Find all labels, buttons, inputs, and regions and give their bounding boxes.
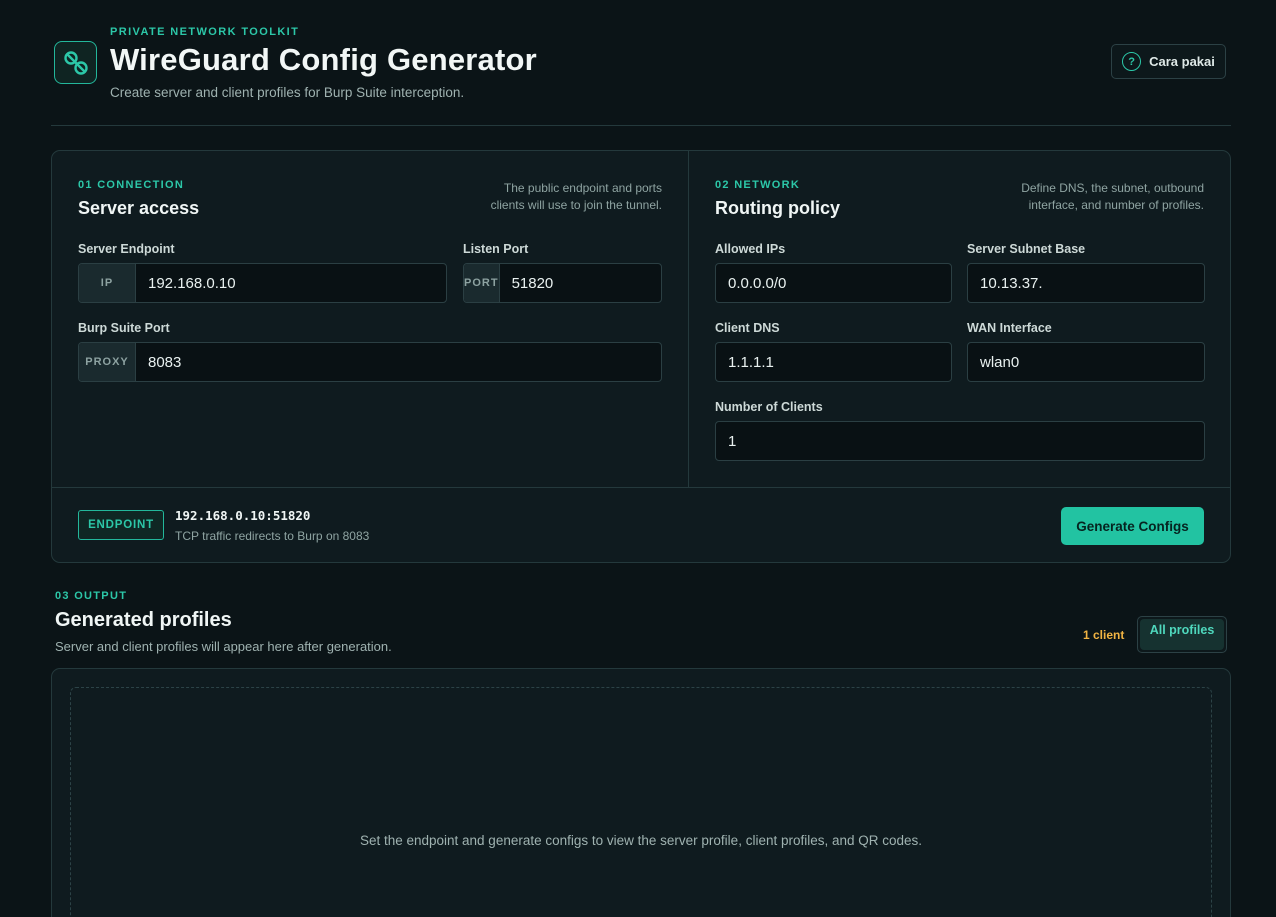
- app-kicker: PRIVATE NETWORK TOOLKIT: [110, 26, 300, 38]
- help-button[interactable]: ? Cara pakai: [1111, 44, 1226, 79]
- proxy-addon: PROXY: [79, 343, 136, 381]
- network-description: Define DNS, the subnet, outbound interfa…: [964, 180, 1204, 214]
- network-kicker: 02 NETWORK: [715, 179, 801, 191]
- wan-interface-label: WAN Interface: [967, 321, 1052, 335]
- ip-addon: IP: [79, 264, 136, 302]
- settings-panel: 01 CONNECTION Server access The public e…: [51, 150, 1231, 563]
- burp-port-input[interactable]: [136, 343, 661, 381]
- client-dns-field: [715, 342, 952, 382]
- output-description: Server and client profiles will appear h…: [55, 639, 392, 654]
- allowed-ips-field: [715, 263, 952, 303]
- all-profiles-label: All profiles: [1140, 619, 1224, 650]
- num-clients-field: [715, 421, 1205, 461]
- footer-divider: [52, 487, 1230, 488]
- empty-state-box: Set the endpoint and generate configs to…: [70, 687, 1212, 917]
- page-header: PRIVATE NETWORK TOOLKIT WireGuard Config…: [54, 24, 1226, 104]
- output-kicker: 03 OUTPUT: [55, 590, 128, 602]
- generate-configs-button[interactable]: Generate Configs: [1061, 507, 1204, 545]
- wan-interface-input[interactable]: [968, 343, 1204, 381]
- connection-desc-line: The public endpoint and ports: [503, 181, 662, 195]
- server-endpoint-field: IP: [78, 263, 447, 303]
- wan-interface-field: [967, 342, 1205, 382]
- header-divider: [51, 125, 1231, 126]
- endpoint-note: TCP traffic redirects to Burp on 8083: [175, 529, 370, 543]
- listen-port-input[interactable]: [499, 264, 661, 302]
- output-panel: Set the endpoint and generate configs to…: [51, 668, 1231, 917]
- connection-title: Server access: [78, 198, 200, 218]
- subnet-input[interactable]: [968, 264, 1204, 302]
- connection-desc-line: clients will use to join the tunnel.: [490, 198, 662, 212]
- num-clients-label: Number of Clients: [715, 400, 823, 414]
- connection-kicker: 01 CONNECTION: [78, 179, 185, 191]
- port-addon: PORT: [464, 264, 500, 302]
- column-divider: [688, 151, 689, 487]
- output-title: Generated profiles: [55, 609, 232, 631]
- listen-port-label: Listen Port: [463, 242, 529, 256]
- help-button-label: Cara pakai: [1149, 54, 1215, 69]
- network-desc-line: interface, and number of profiles.: [1028, 198, 1204, 212]
- all-profiles-filter[interactable]: All profiles: [1137, 616, 1227, 653]
- page-subtitle: Create server and client profiles for Bu…: [110, 85, 465, 100]
- endpoint-value: 192.168.0.10:51820: [175, 508, 311, 523]
- link-icon: [54, 41, 97, 84]
- question-icon: ?: [1122, 52, 1142, 71]
- allowed-ips-label: Allowed IPs: [715, 242, 786, 256]
- client-dns-label: Client DNS: [715, 321, 780, 335]
- network-title: Routing policy: [715, 198, 840, 218]
- network-desc-line: Define DNS, the subnet, outbound: [1021, 181, 1204, 195]
- listen-port-field: PORT: [463, 263, 662, 303]
- empty-state-message: Set the endpoint and generate configs to…: [359, 833, 923, 848]
- num-clients-input[interactable]: [716, 422, 1204, 460]
- subnet-field: [967, 263, 1205, 303]
- burp-port-field: PROXY: [78, 342, 662, 382]
- server-endpoint-input[interactable]: [136, 264, 446, 302]
- connection-description: The public endpoint and ports clients wi…: [422, 180, 662, 214]
- burp-port-label: Burp Suite Port: [78, 321, 170, 335]
- subnet-label: Server Subnet Base: [967, 242, 1086, 256]
- allowed-ips-input[interactable]: [716, 264, 951, 302]
- client-dns-input[interactable]: [716, 343, 951, 381]
- page-title: WireGuard Config Generator: [110, 42, 537, 77]
- server-endpoint-label: Server Endpoint: [78, 242, 175, 256]
- endpoint-badge: ENDPOINT: [78, 510, 164, 540]
- client-count-badge: 1 client: [1083, 628, 1125, 642]
